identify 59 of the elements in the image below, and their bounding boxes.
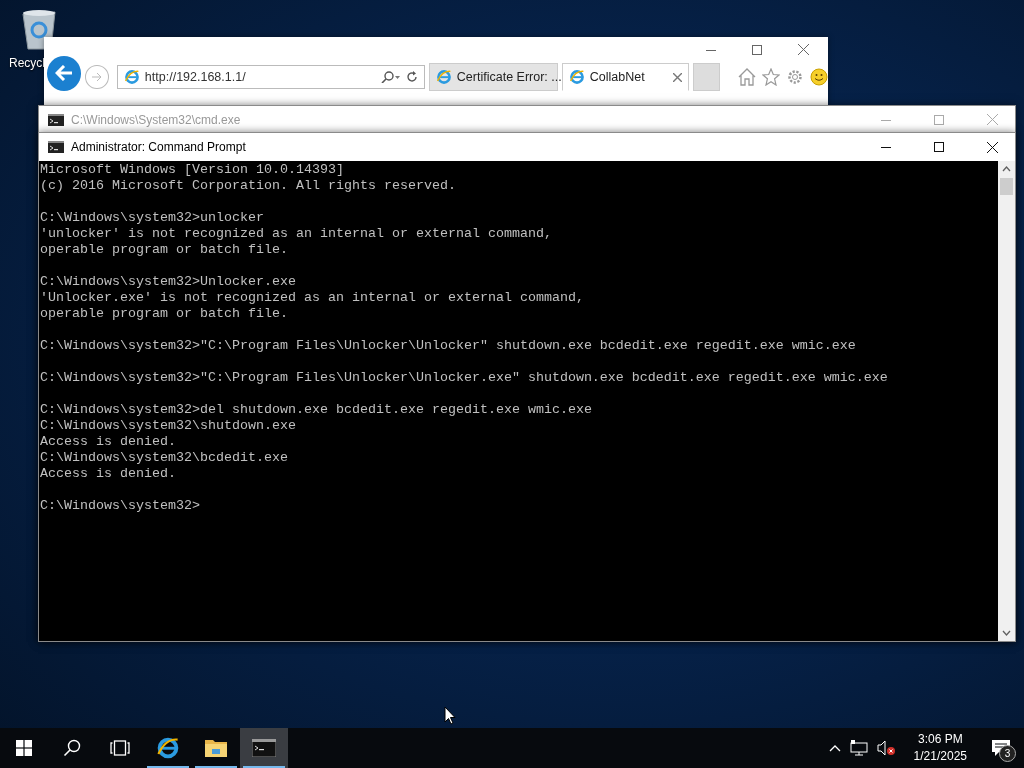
console-line: 'Unlocker.exe' is not recognized as an internal or external command, (40, 290, 585, 306)
browser-icon (435, 69, 452, 85)
console-icon (252, 739, 276, 757)
close-icon (986, 114, 998, 125)
console-line: 'unlocker' is not recognized as an internal or external command, (40, 226, 553, 242)
console-line: C:\Windows\system32>"C:\Program Files\Unlocker\Unlocker" shutdown.exe bcdedit.exe regedit.exe wmic.exe (40, 338, 857, 354)
arrow-right-icon (91, 72, 104, 82)
scroll-thumb[interactable] (1000, 178, 1013, 195)
scrollbar[interactable] (998, 161, 1015, 641)
console-icon (48, 113, 64, 126)
settings-icon[interactable] (786, 68, 804, 86)
browser-icon (156, 736, 180, 760)
windows-logo-icon (16, 740, 32, 756)
notification-count: 3 (999, 745, 1016, 762)
notifications-button[interactable]: 3 (986, 733, 1016, 763)
window-title: C:\Windows\System32\cmd.exe (71, 112, 242, 127)
console-line: C:\Windows\system32>del shutdown.exe bcdedit.exe regedit.exe wmic.exe (40, 402, 593, 418)
console-line: operable program or batch file. (40, 306, 289, 322)
console-icon (48, 141, 64, 153)
maximize-icon (752, 44, 762, 55)
folder-icon (204, 738, 228, 758)
console-line: (c) 2016 Microsoft Corporation. All rights reserved. (40, 178, 457, 194)
close-icon (986, 141, 998, 153)
back-button[interactable] (47, 55, 82, 91)
clock-date: 1/21/2025 (913, 748, 967, 765)
console-line: Microsoft Windows [Version 10.0.14393] (40, 162, 345, 178)
taskbar-button[interactable] (240, 728, 288, 768)
arrow-left-icon (55, 65, 74, 81)
close-icon (797, 44, 809, 55)
network-icon[interactable] (849, 740, 868, 756)
console-line: Access is denied. (40, 466, 177, 482)
browser-icon (568, 69, 585, 85)
muted-speaker-icon[interactable] (876, 740, 895, 756)
close-icon[interactable] (672, 72, 682, 82)
console-line: C:\Windows\system32>"C:\Program Files\Unlocker\Unlocker.exe" shutdown.exe bcdedit.exe regedit.exe wmic.exe (40, 370, 889, 386)
refresh-icon[interactable] (405, 71, 418, 83)
console-line: C:\Windows\system32>Unlocker.exe (40, 274, 297, 290)
window-title: Administrator: Command Prompt (71, 140, 247, 154)
clock-time: 3:06 PM (917, 731, 963, 748)
console-line: C:\Windows\system32\shutdown.exe (40, 418, 297, 434)
maximize-icon (934, 142, 944, 152)
console-line: C:\Windows\system32\bcdedit.exe (40, 450, 289, 466)
search-icon[interactable] (380, 71, 401, 83)
console-line: operable program or batch file. (40, 242, 289, 258)
maximize-icon (934, 114, 944, 125)
console-line: C:\Windows\system32> (40, 498, 201, 514)
mouse-cursor-icon (444, 706, 456, 725)
smiley-icon[interactable] (810, 68, 828, 86)
star-icon[interactable] (762, 68, 780, 86)
chevron-up-icon[interactable] (828, 744, 841, 752)
address-bar[interactable]: http://192.168.1.1/ (116, 65, 425, 89)
browser-icon (123, 69, 140, 85)
home-icon[interactable] (738, 68, 756, 86)
console-line: C:\Windows\system32>unlocker (40, 210, 265, 226)
desktop-icon-label: Recycl (9, 56, 45, 70)
search-icon (63, 739, 81, 757)
browser-tab[interactable]: CollabNet (561, 63, 689, 91)
task-view-icon (110, 740, 130, 756)
console-line: Access is denied. (40, 434, 177, 450)
